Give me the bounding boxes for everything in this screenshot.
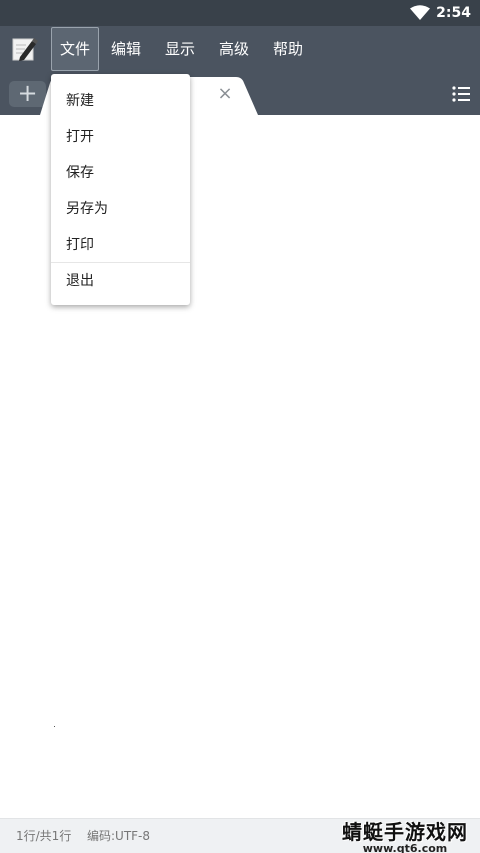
file-menu-dropdown: 新建 打开 保存 另存为 打印 退出 <box>51 74 190 305</box>
text-cursor <box>54 726 55 727</box>
notepad-pencil-icon[interactable] <box>12 36 38 62</box>
menu-item-print[interactable]: 打印 <box>51 227 190 263</box>
encoding-text: 编码:UTF-8 <box>87 829 151 843</box>
watermark-logo: 蜻蜓手游戏网 www.qt6.com <box>342 820 468 853</box>
watermark-url: www.qt6.com <box>362 842 448 853</box>
menu-item-save[interactable]: 保存 <box>51 155 190 191</box>
menu-view[interactable]: 显示 <box>157 27 203 71</box>
menu-item-exit[interactable]: 退出 <box>51 263 190 299</box>
menu-edit[interactable]: 编辑 <box>103 27 149 71</box>
menu-help[interactable]: 帮助 <box>265 27 311 71</box>
line-count-text: 1行/共1行 <box>16 829 72 843</box>
menu-bar: 文件 编辑 显示 高级 帮助 <box>0 26 480 73</box>
menu-item-save-as[interactable]: 另存为 <box>51 191 190 227</box>
watermark-name: 蜻蜓手游戏网 <box>342 820 468 844</box>
menu-item-open[interactable]: 打开 <box>51 119 190 155</box>
menu-advanced[interactable]: 高级 <box>211 27 257 71</box>
menu-item-new[interactable]: 新建 <box>51 83 190 119</box>
list-icon[interactable] <box>452 85 470 103</box>
status-bar: 2:54 <box>0 0 480 26</box>
status-time: 2:54 <box>436 5 471 21</box>
editor-status-bar: 1行/共1行 编码:UTF-8 蜻蜓手游戏网 www.qt6.com <box>0 818 480 853</box>
menu-file[interactable]: 文件 <box>51 27 99 71</box>
wifi-icon <box>410 5 430 20</box>
close-tab-icon[interactable]: × <box>216 85 234 103</box>
